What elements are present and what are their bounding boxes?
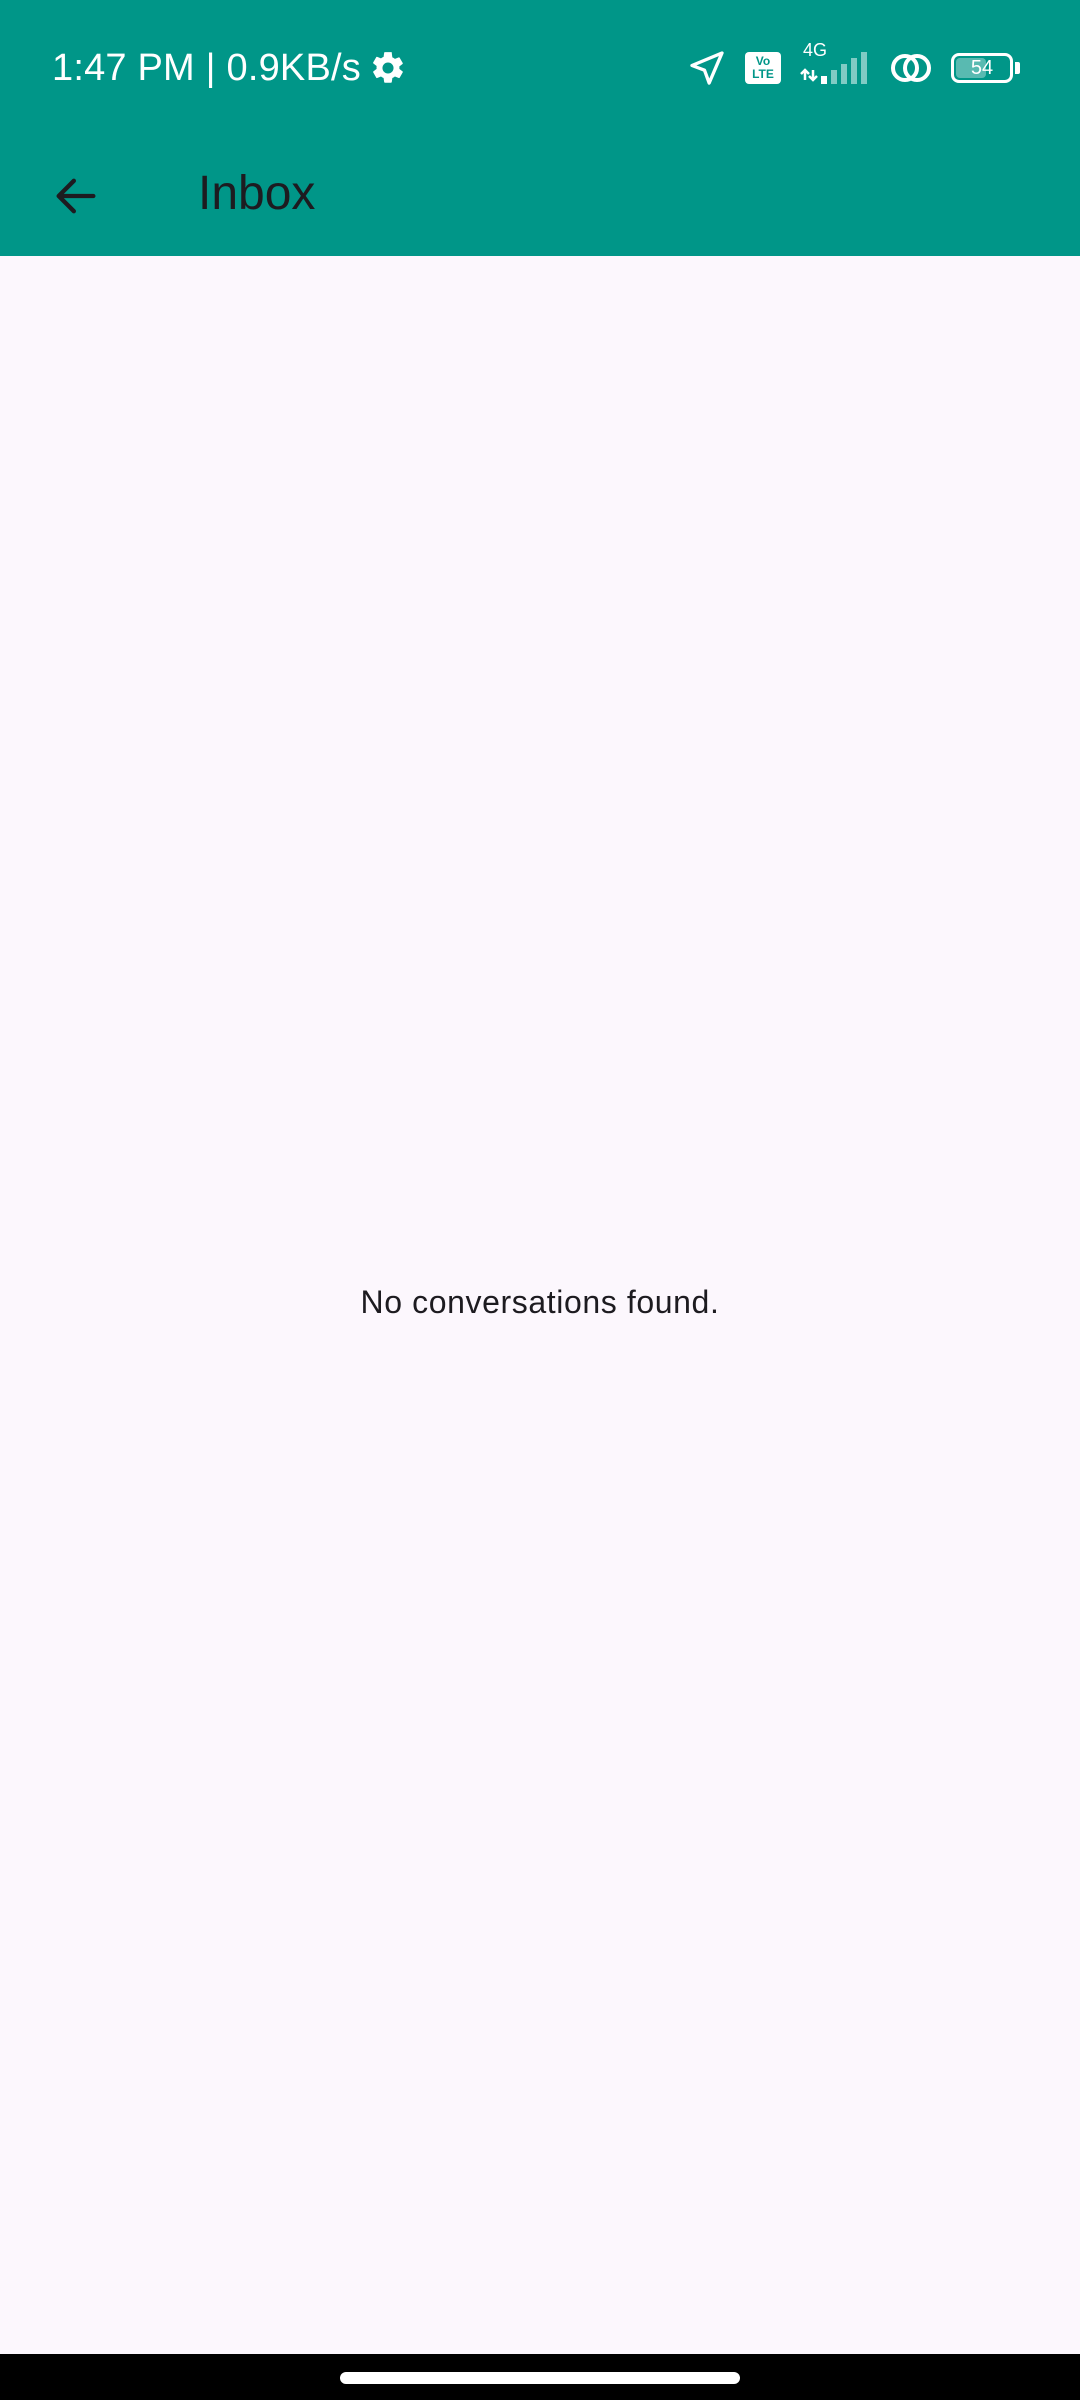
- home-indicator[interactable]: [340, 2372, 740, 2384]
- arrow-left-icon: [56, 178, 96, 214]
- top-bar: 1:47 PM | 0.9KB/s Vo LTE 4G 54 Inbox: [0, 0, 1080, 256]
- system-nav-bar: [0, 2354, 1080, 2400]
- battery-nub: [1015, 62, 1020, 74]
- status-time-speed: 1:47 PM | 0.9KB/s: [52, 46, 361, 89]
- battery-indicator: 54: [951, 53, 1020, 83]
- status-right: Vo LTE 4G 54: [687, 40, 1020, 92]
- status-left: 1:47 PM | 0.9KB/s: [52, 44, 407, 92]
- link-icon: [891, 54, 931, 82]
- app-bar: Inbox: [0, 134, 1080, 256]
- gear-icon: [373, 52, 403, 83]
- status-bar: 1:47 PM | 0.9KB/s Vo LTE 4G 54: [0, 0, 1080, 134]
- page-title: Inbox: [198, 167, 316, 220]
- battery-icon: 54: [951, 53, 1013, 83]
- back-button[interactable]: [40, 160, 112, 232]
- inbox-screen: 1:47 PM | 0.9KB/s Vo LTE 4G 54 Inbox No …: [0, 0, 1080, 2400]
- location-arrow-icon: [690, 51, 724, 85]
- network-type-label: 4G: [803, 40, 828, 60]
- empty-state-message: No conversations found.: [360, 1284, 720, 1320]
- signal-icon: 4G: [799, 40, 871, 92]
- volte-icon: Vo LTE: [745, 52, 781, 84]
- battery-level: 54: [970, 56, 994, 79]
